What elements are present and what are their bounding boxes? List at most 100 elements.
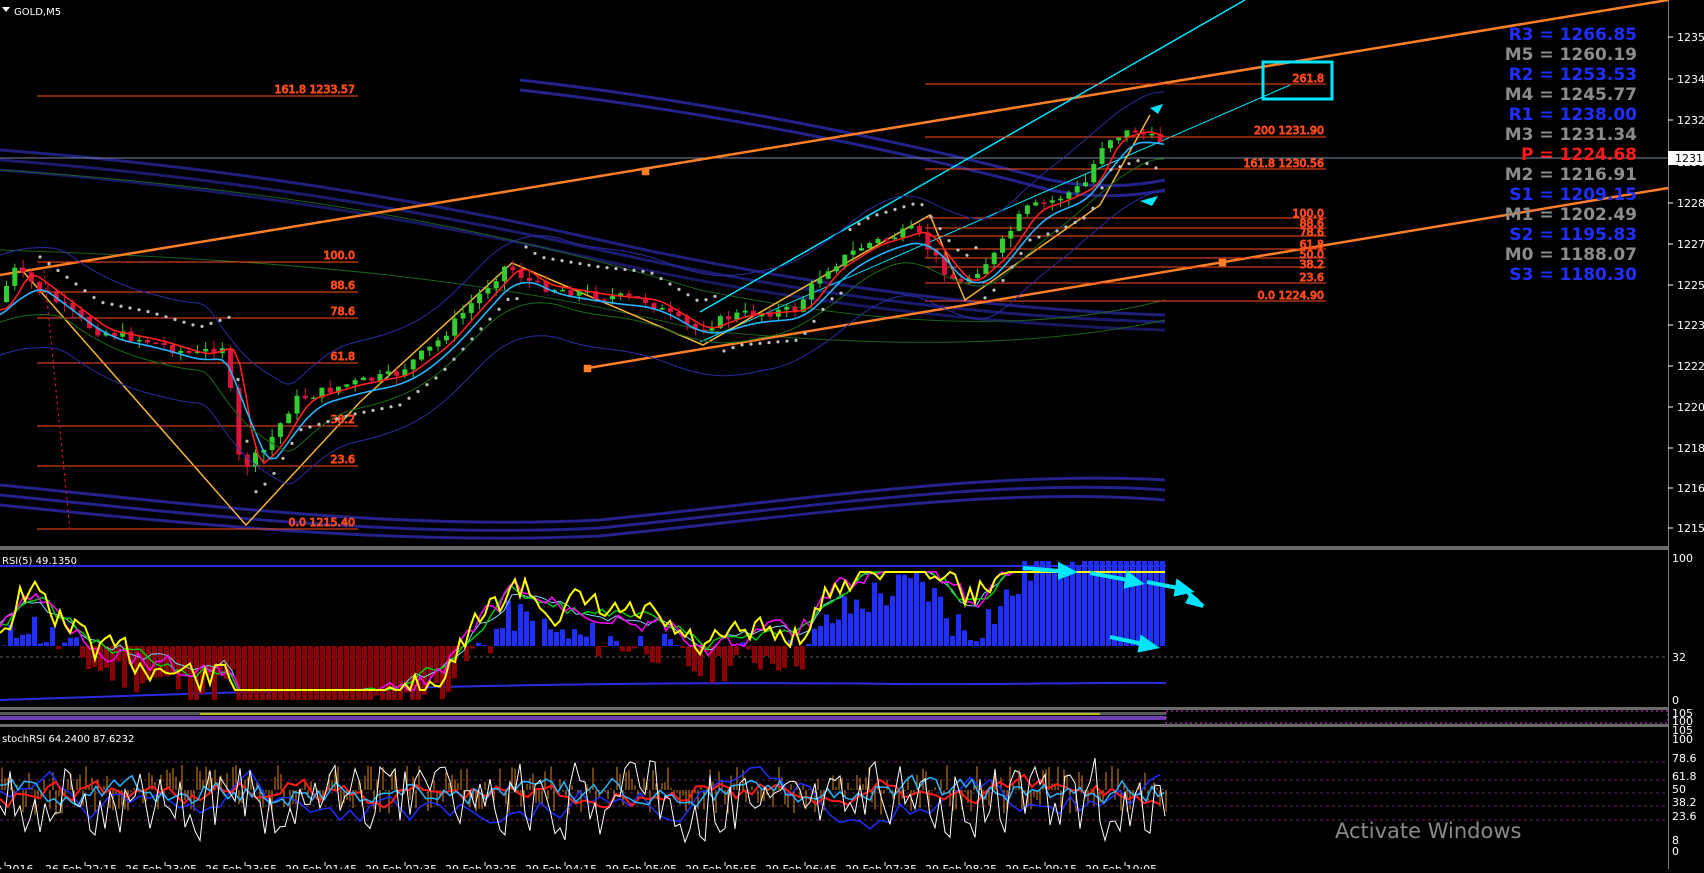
pivot-table: R3 = 1266.85M5 = 1260.19R2 = 1253.53M4 =… <box>1505 25 1637 285</box>
fib-left-label: 161.8 1233.57 <box>275 83 355 96</box>
candle-body <box>153 342 158 344</box>
rsi-panel[interactable]: RSI(5) 49.1350 100 32 0 <box>0 552 1693 707</box>
candle-body <box>1000 239 1005 253</box>
candle-body <box>560 290 565 292</box>
candle-body <box>12 268 17 286</box>
pivot-level: P = 1224.68 <box>1521 145 1637 165</box>
candle-body <box>394 371 399 375</box>
fib-left-label: 61.8 <box>331 350 356 363</box>
pivot-level: M4 = 1245.77 <box>1505 85 1637 105</box>
chart-canvas[interactable]: GOLD,M5 <box>0 0 1704 869</box>
candle-body <box>303 396 308 399</box>
stochrsi-axis-label: 78.6 <box>1672 752 1697 765</box>
candle-body <box>992 253 997 264</box>
candle-body <box>1050 200 1055 202</box>
candle-body <box>975 274 980 278</box>
candle-body <box>494 281 499 288</box>
candle-body <box>743 311 748 313</box>
symbol-label: GOLD,M5 <box>14 7 61 18</box>
stochrsi-axis-label: 50 <box>1672 783 1686 796</box>
pivot-level: R2 = 1253.53 <box>1509 65 1637 85</box>
activate-windows-watermark: Activate Windows <box>1335 819 1521 843</box>
candle-body <box>1108 140 1113 148</box>
pivot-level: R1 = 1238.00 <box>1509 105 1638 125</box>
pivot-level: S1 = 1209.15 <box>1509 185 1637 205</box>
rsi-axis-label: 0 <box>1672 694 1679 707</box>
candle-body <box>411 360 416 370</box>
pivot-level: M3 = 1231.34 <box>1505 125 1637 145</box>
rsi-histogram <box>2 561 1165 700</box>
fib-right-label: 23.6 <box>1300 271 1325 284</box>
candle-body <box>485 288 490 293</box>
candle-body <box>4 286 9 302</box>
candle-body <box>834 266 839 271</box>
candle-body <box>784 307 789 310</box>
candle-body <box>859 248 864 251</box>
price-tick: 1218 <box>1677 442 1704 455</box>
price-tick: 1225 <box>1677 279 1704 292</box>
candle-body <box>1083 182 1088 186</box>
price-tick: 1232 <box>1677 114 1704 127</box>
time-tick: 26 Feb 22:15 <box>45 863 117 869</box>
rsi-axis-label: 100 <box>1672 552 1693 565</box>
rsi-lower-band <box>0 683 1166 700</box>
candle-body <box>137 340 142 342</box>
parabolic-sar <box>38 159 1157 493</box>
fib-left-label: 100.0 <box>324 249 356 262</box>
candle-body <box>568 290 573 296</box>
fib-left-label: 0.0 1215.40 <box>289 516 355 529</box>
candle-body <box>1033 202 1038 205</box>
candle-body <box>469 303 474 313</box>
chart-window[interactable]: GOLD,M5 <box>0 0 1704 869</box>
price-tick: 1228 <box>1677 197 1704 210</box>
candle-body <box>577 291 582 295</box>
price-tick: 1216 <box>1677 482 1704 495</box>
time-tick: 29 Feb 03:25 <box>445 863 517 869</box>
symbol-header[interactable]: GOLD,M5 <box>2 7 61 18</box>
rsi-axis-label: 32 <box>1672 651 1686 664</box>
candle-body <box>145 340 150 342</box>
fib-left[interactable]: 161.8 1233.57 100.0 88.6 78.6 61.8 38.2 … <box>37 83 358 529</box>
price-tick: 1215 <box>1677 522 1704 535</box>
candle-body <box>1017 214 1022 231</box>
fib-right-label: 161.8 1230.56 <box>1244 157 1324 170</box>
fib-left-label: 78.6 <box>331 305 356 318</box>
price-panel[interactable]: 161.8 1233.57 100.0 88.6 78.6 61.8 38.2 … <box>0 0 1704 538</box>
stochrsi-lines <box>0 758 1166 842</box>
candle-body <box>668 308 673 312</box>
candle-body <box>386 371 391 374</box>
candle-body <box>21 268 26 273</box>
current-price-label: 1231 <box>1675 152 1703 165</box>
stochrsi-axis-label: 0 <box>1672 845 1679 858</box>
price-tick: 1222 <box>1677 360 1704 373</box>
time-axis: 25 Feb 201626 Feb 22:1526 Feb 23:0526 Fe… <box>0 862 1157 869</box>
candle-body <box>436 340 441 346</box>
time-tick: 26 Feb 23:05 <box>125 863 197 869</box>
candle-body <box>1066 192 1071 198</box>
envelope-bands <box>0 80 1165 538</box>
price-tick: 1227 <box>1677 238 1704 251</box>
candle-body <box>1058 199 1063 201</box>
candle-body <box>917 226 922 233</box>
candle-body <box>1091 164 1096 182</box>
candle-body <box>444 336 449 341</box>
time-tick: 29 Feb 04:15 <box>525 863 597 869</box>
candle-body <box>892 238 897 240</box>
stochrsi-axis: 10510078.661.85038.223.680 <box>1672 724 1697 858</box>
candle-body <box>900 228 905 237</box>
candle-body <box>535 281 540 283</box>
fib-right-label: 0.0 1224.90 <box>1258 289 1324 302</box>
window-menu-icon[interactable] <box>2 7 10 12</box>
pivot-level: S3 = 1180.30 <box>1509 265 1637 285</box>
candle-body <box>129 331 134 341</box>
candle-body <box>510 267 515 270</box>
candle-body <box>369 378 374 381</box>
time-tick: 29 Feb 05:55 <box>685 863 757 869</box>
time-tick: 29 Feb 08:25 <box>925 863 997 869</box>
pivot-level: M0 = 1188.07 <box>1505 245 1637 265</box>
fib-left-label: 38.2 <box>331 413 356 426</box>
candle-body <box>162 343 167 345</box>
candle-body <box>884 239 889 241</box>
pivot-level: M2 = 1216.91 <box>1505 165 1637 185</box>
price-tick: 1220 <box>1677 401 1704 414</box>
